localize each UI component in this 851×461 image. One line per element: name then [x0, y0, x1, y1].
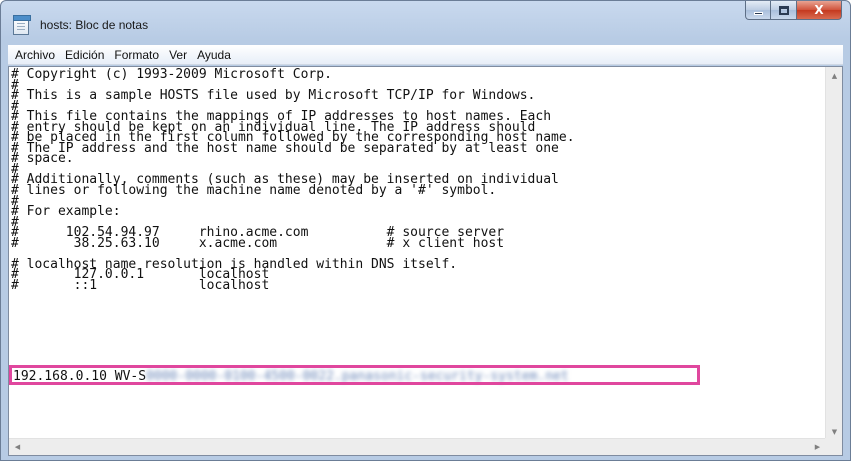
notepad-window: hosts: Bloc de notas X Archivo Edición F…: [0, 0, 851, 461]
maximize-button[interactable]: [771, 1, 797, 20]
caption-buttons: X: [745, 1, 842, 21]
menu-archivo[interactable]: Archivo: [10, 48, 60, 62]
scroll-right-icon[interactable]: ▶: [809, 439, 826, 455]
menu-bar: Archivo Edición Formato Ver Ayuda: [8, 45, 843, 65]
text-line: # The IP address and the host name shoul…: [11, 140, 559, 156]
text-line: # 38.25.63.10 x.acme.com # x client host: [11, 235, 505, 251]
scroll-up-icon[interactable]: ▲: [826, 67, 842, 84]
text-line: # For example:: [11, 204, 121, 220]
text-line: # Copyright (c) 1993-2009 Microsoft Corp…: [11, 67, 332, 82]
menu-edicion[interactable]: Edición: [60, 48, 109, 62]
minimize-icon: [753, 12, 763, 15]
maximize-icon: [778, 5, 789, 15]
horizontal-scrollbar[interactable]: ◀ ▶: [9, 438, 826, 455]
text-line: # space.: [11, 151, 74, 167]
scroll-left-icon[interactable]: ◀: [9, 439, 26, 455]
title-bar[interactable]: hosts: Bloc de notas X: [1, 1, 850, 45]
menu-ver[interactable]: Ver: [164, 48, 192, 62]
minimize-button[interactable]: [745, 1, 771, 20]
text-line: # ::1 localhost: [11, 277, 270, 293]
highlight-box: [9, 365, 700, 385]
vertical-scrollbar[interactable]: ▲ ▼: [825, 67, 842, 440]
menu-ayuda[interactable]: Ayuda: [192, 48, 236, 62]
window-title: hosts: Bloc de notas: [40, 18, 149, 32]
menu-formato[interactable]: Formato: [109, 48, 164, 62]
text-editor[interactable]: # Copyright (c) 1993-2009 Microsoft Corp…: [8, 66, 843, 456]
close-icon: X: [814, 3, 824, 17]
text-line: # This is a sample HOSTS file used by Mi…: [11, 88, 536, 104]
text-line: #: [11, 193, 19, 209]
notepad-icon: [13, 15, 31, 35]
text-line: # lines or following the machine name de…: [11, 183, 497, 199]
close-button[interactable]: X: [797, 1, 842, 20]
scrollbar-corner: [825, 438, 842, 455]
